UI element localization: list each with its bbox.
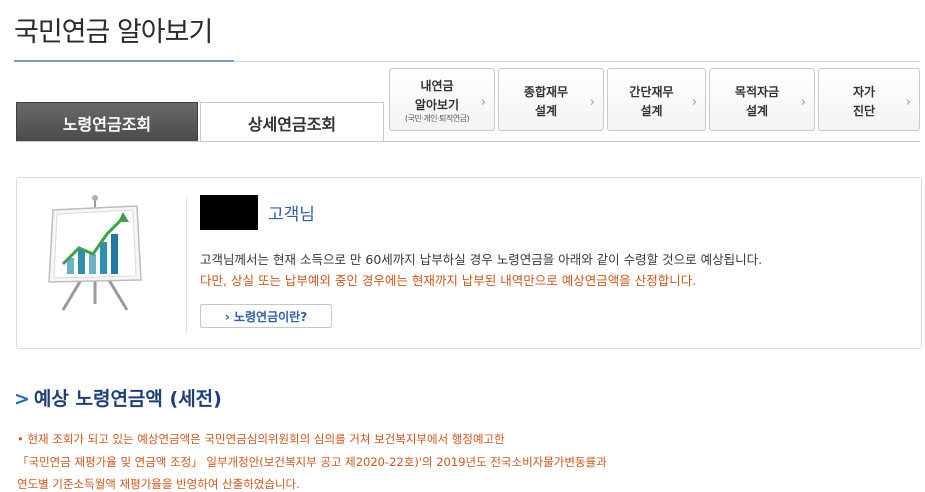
summary-divider: [186, 197, 187, 334]
quick-link-sublabel: (국민·개인·퇴직연금): [404, 114, 470, 123]
quick-link-label: 간단재무 설계: [629, 84, 674, 118]
section-title-text: 예상 노령연금액 (세전): [33, 388, 222, 410]
title-divider-accent: [14, 60, 234, 62]
quick-link-my-pension[interactable]: 내연금 알아보기 (국민·개인·퇴직연금) ›: [389, 68, 495, 131]
summary-line-2: 다만, 상실 또는 납부예외 중인 경우에는 현재까지 납부된 내역만으로 예상…: [200, 273, 697, 288]
customer-label: 고객님: [268, 205, 315, 225]
page-title: 국민연금 알아보기: [14, 17, 213, 48]
customer-name-redacted: [200, 195, 258, 230]
chevron-right-icon: ›: [905, 95, 911, 110]
chevron-right-icon: ›: [691, 95, 697, 110]
chevron-right-icon: ›: [589, 95, 595, 110]
notice-line-3: 연도별 기준소득월액 재평가율을 반영하여 산출하였습니다.: [17, 477, 300, 491]
notice-line-2: 「국민연금 재평가율 및 연금액 조정」 일부개정안(보건복지부 공고 제202…: [17, 455, 607, 469]
quick-link-self-diagnosis[interactable]: 자가 진단 ›: [818, 68, 920, 131]
tab-old-age-pension[interactable]: 노령연금조회: [16, 102, 198, 142]
quick-link-simple-finance[interactable]: 간단재무 설계 ›: [607, 68, 706, 131]
chevron-right-icon: ›: [800, 95, 806, 110]
quick-link-purpose-fund[interactable]: 목적자금 설계 ›: [709, 68, 815, 131]
quick-link-label: 자가 진단: [852, 84, 876, 118]
chevron-right-icon: ›: [480, 95, 486, 110]
quick-link-comprehensive-finance[interactable]: 종합재무 설계 ›: [498, 68, 604, 131]
quick-link-label: 목적자금 설계: [734, 84, 780, 118]
chevron-right-icon: >: [14, 388, 30, 410]
summary-line-1: 고객님께서는 현재 소득으로 만 60세까지 납부하실 경우 노령연금을 아래와…: [200, 252, 763, 267]
section-title: > 예상 노령연금액 (세전): [14, 384, 222, 411]
quick-link-label: 종합재무 설계: [523, 84, 569, 118]
tab-underline: [16, 141, 920, 142]
notice-line-1: • 현재 조회가 되고 있는 예상연금액은 국민연금심의위원회의 심의를 거쳐 …: [17, 432, 505, 446]
quick-link-label: 내연금 알아보기: [414, 79, 460, 112]
tab-detailed-pension[interactable]: 상세연금조회: [200, 102, 384, 142]
what-is-old-age-pension-button[interactable]: › 노령연금이란?: [200, 304, 332, 328]
presentation-chart-icon: [48, 195, 142, 311]
